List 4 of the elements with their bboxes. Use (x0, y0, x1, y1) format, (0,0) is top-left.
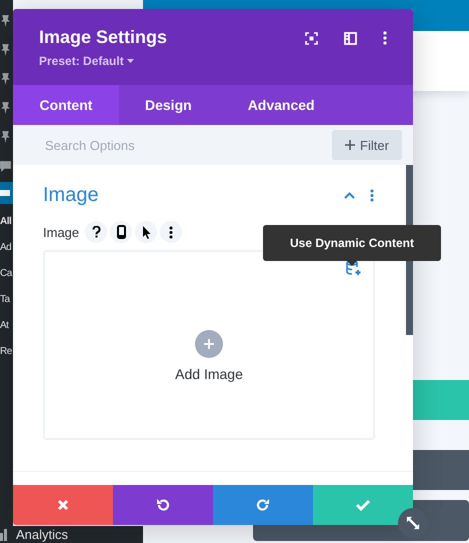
menu-item-label: Analytics (16, 527, 68, 542)
tooltip: Use Dynamic Content (263, 225, 441, 261)
field-label: Image (43, 224, 80, 240)
modal-title: Image Settings (39, 27, 168, 48)
